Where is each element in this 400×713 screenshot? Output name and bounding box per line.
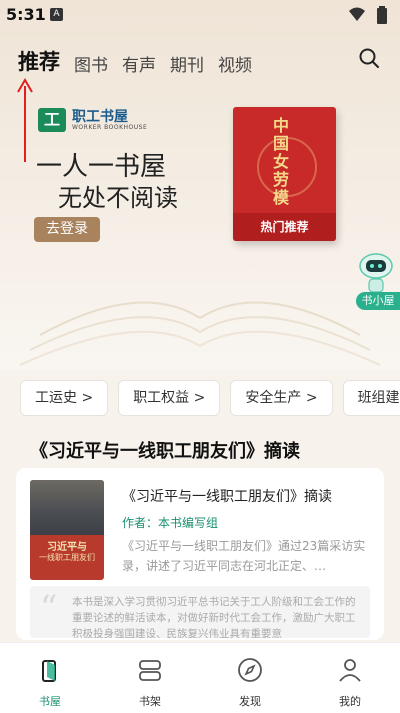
card-description: 《习近平与一线职工朋友们》通过23篇采访实录，讲述了习近平同志在河北正定、…: [122, 539, 366, 573]
cover-photo: [30, 480, 104, 535]
featured-label: 热门推荐: [233, 213, 336, 241]
cover-subtitle: 一线职工朋友们: [39, 553, 95, 562]
brand-name-en: WORKER BOOKHOUSE: [72, 123, 148, 131]
chip-safety[interactable]: 安全生产 >: [230, 380, 333, 416]
section-title: 《习近平与一线职工朋友们》摘读: [30, 441, 300, 462]
tab-journals[interactable]: 期刊: [170, 51, 204, 76]
nav-bookshelf-label: 书架: [139, 695, 161, 708]
compass-icon: [238, 658, 262, 682]
robot-mascot-icon: [359, 253, 393, 293]
cover-title: 习近平与: [47, 542, 87, 553]
wifi-icon: [349, 7, 365, 21]
chip-worker-rights[interactable]: 职工权益 >: [118, 380, 221, 416]
quote-text: 本书是深入学习贯彻习近平总书记关于工人阶级和工会工作的重要论述的鲜活读本，对做好…: [72, 596, 356, 638]
nav-bookhouse-label: 书屋: [39, 695, 61, 708]
mascot-button[interactable]: 书小屋: [352, 252, 400, 314]
nav-bookshelf[interactable]: 书架: [110, 643, 190, 713]
category-chip-row: 工运史 > 职工权益 > 安全生产 > 班组建设: [20, 380, 400, 416]
featured-book-title: 中国女劳模: [273, 116, 290, 207]
user-icon: [339, 659, 361, 682]
tab-videos[interactable]: 视频: [218, 51, 252, 76]
status-bar: 5:31 A: [0, 0, 400, 30]
top-tab-bar: 推荐 图书 有声 期刊 视频: [18, 46, 252, 76]
status-time: 5:31: [6, 5, 46, 24]
worker-bookhouse-logo-icon: 工: [38, 108, 66, 132]
tab-books[interactable]: 图书: [74, 51, 108, 76]
battery-icon: [377, 6, 387, 24]
nav-bookhouse[interactable]: 书屋: [10, 643, 90, 713]
chip-labor-history[interactable]: 工运史 >: [20, 380, 109, 416]
sim-badge: A: [50, 8, 63, 21]
mascot-label: 书小屋: [356, 292, 400, 310]
brand-name: 职工书屋: [72, 108, 128, 125]
featured-book-cover[interactable]: 中国女劳模 热门推荐: [233, 107, 336, 241]
tab-recommend[interactable]: 推荐: [18, 46, 60, 76]
nav-discover[interactable]: 发现: [210, 643, 290, 713]
chip-team-building[interactable]: 班组建设: [342, 380, 400, 416]
bookshelf-icon: [139, 660, 161, 681]
brand-logo: 工 职工书屋 WORKER BOOKHOUSE: [38, 108, 147, 132]
book-cover-image: 习近平与 一线职工朋友们: [30, 480, 104, 580]
tab-audio[interactable]: 有声: [122, 51, 156, 76]
nav-profile-label: 我的: [339, 695, 361, 708]
book-excerpt-card[interactable]: 习近平与 一线职工朋友们 《习近平与一线职工朋友们》摘读 作者：本书编写组 《习…: [16, 468, 384, 640]
card-author: 作者：本书编写组: [122, 516, 219, 530]
open-book-illustration: [19, 301, 381, 366]
card-book-title: 《习近平与一线职工朋友们》摘读: [122, 489, 332, 505]
search-icon[interactable]: [358, 47, 380, 69]
bookhouse-icon: [42, 660, 56, 682]
nav-profile[interactable]: 我的: [310, 643, 390, 713]
quote-box: “ 本书是深入学习贯彻习近平总书记关于工人阶级和工会工作的重要论述的鲜活读本，对…: [30, 586, 370, 638]
bottom-nav-bar: 书屋 书架 发现 我的: [0, 642, 400, 713]
slogan-line2: 无处不阅读: [58, 184, 178, 212]
quote-mark-icon: “: [40, 588, 58, 628]
annotation-arrow-up-icon: [17, 78, 33, 162]
login-button[interactable]: 去登录: [34, 217, 100, 242]
nav-discover-label: 发现: [239, 695, 261, 708]
